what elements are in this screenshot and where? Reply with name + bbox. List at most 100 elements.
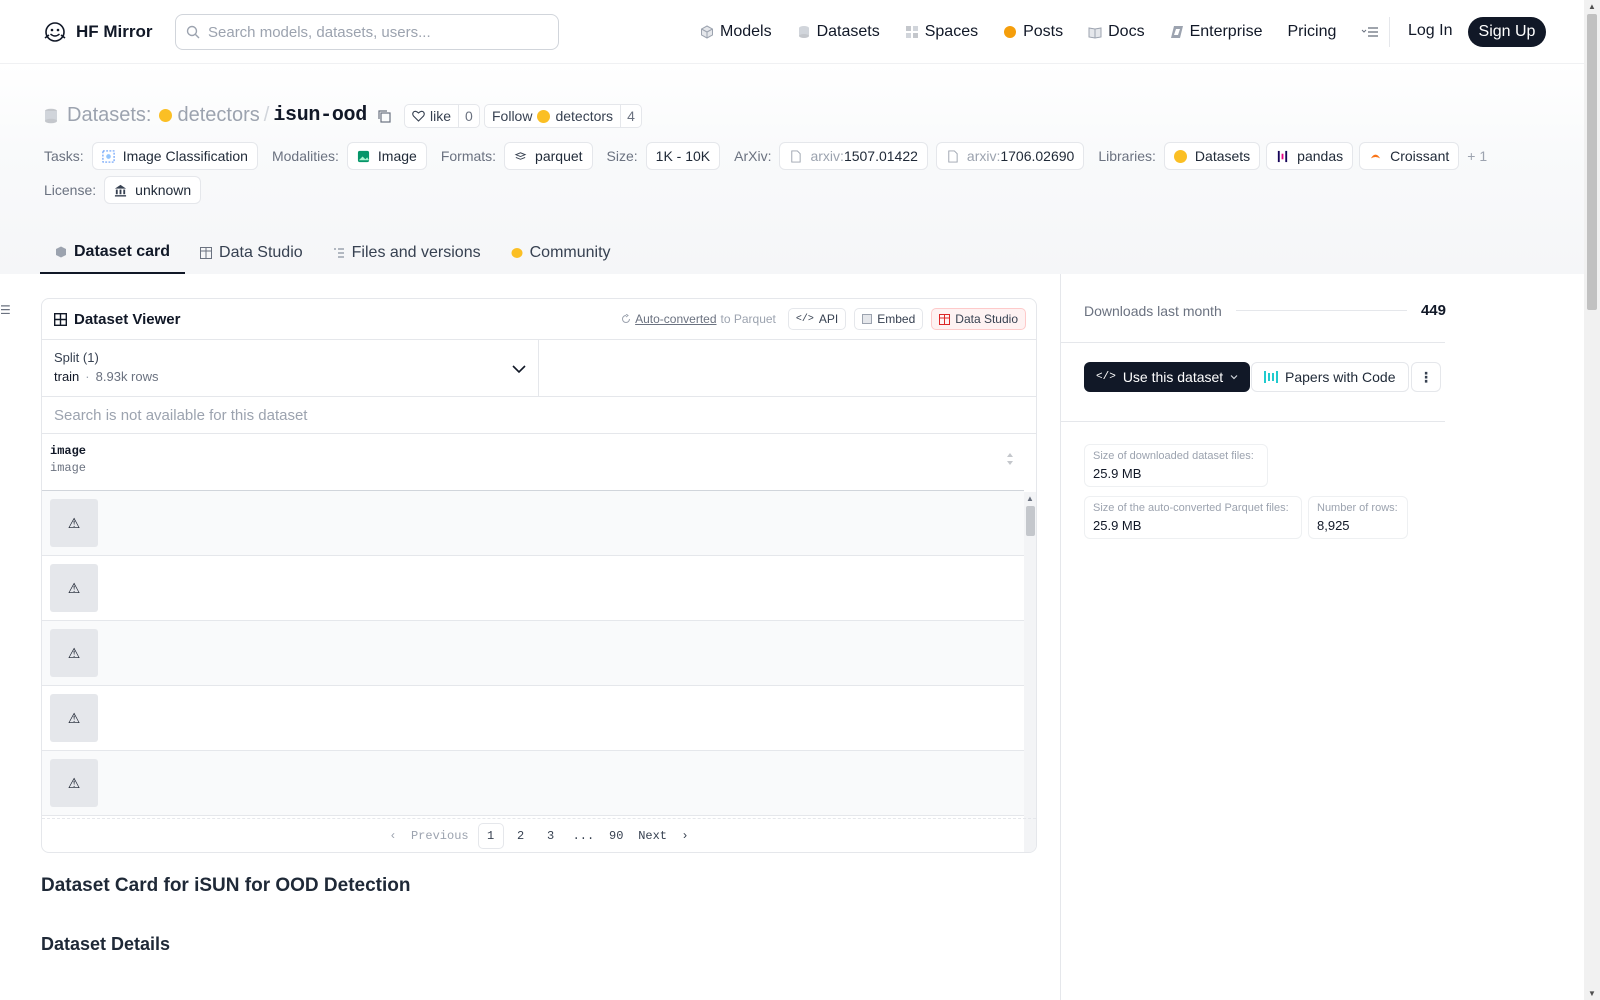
brand-link[interactable]: HF Mirror xyxy=(42,20,153,44)
database-icon xyxy=(45,108,57,123)
page-2-button[interactable]: 2 xyxy=(508,823,534,849)
tab-files-and-versions[interactable]: Files and versions xyxy=(318,232,496,274)
tag-arxiv-2[interactable]: arxiv:1706.02690 xyxy=(935,142,1085,170)
previous-label: Previous xyxy=(410,828,469,843)
follow-button[interactable]: Follow detectors 4 xyxy=(484,104,642,128)
tab-data-studio[interactable]: Data Studio xyxy=(185,232,318,274)
scroll-up-icon[interactable]: ▲ xyxy=(1588,2,1596,11)
scrollbar-thumb[interactable] xyxy=(1587,14,1597,310)
tab-community[interactable]: Community xyxy=(496,232,626,274)
menu-icon xyxy=(1362,27,1379,37)
parquet-size-stat: Size of the auto-converted Parquet files… xyxy=(1084,496,1302,539)
license-row: License: unknown xyxy=(44,176,215,204)
chevron-down-icon xyxy=(1230,375,1238,380)
arxiv-label: ArXiv: xyxy=(734,148,772,164)
like-button[interactable]: like 0 xyxy=(404,104,480,128)
use-this-dataset-button[interactable]: </> Use this dataset xyxy=(1084,362,1251,392)
nav-datasets[interactable]: Datasets xyxy=(797,23,880,41)
tab-label: Dataset card xyxy=(74,243,171,260)
scrollbar-thumb[interactable] xyxy=(1026,506,1035,536)
nav-spaces[interactable]: Spaces xyxy=(905,23,978,41)
tag-image-classification[interactable]: Image Classification xyxy=(91,142,258,170)
nav-enterprise[interactable]: Enterprise xyxy=(1170,23,1262,41)
table-row[interactable]: ⚠ xyxy=(42,751,1024,816)
downloads-stat: Downloads last month 449 xyxy=(1084,302,1446,319)
nav-docs[interactable]: Docs xyxy=(1088,23,1145,41)
login-link[interactable]: Log In xyxy=(1408,22,1452,40)
broken-image-icon[interactable]: ⚠ xyxy=(50,564,98,612)
hf-logo-icon xyxy=(44,22,66,42)
search-icon xyxy=(186,25,200,39)
download-size-stat: Size of downloaded dataset files: 25.9 M… xyxy=(1084,444,1268,487)
tag-lib-datasets[interactable]: Datasets xyxy=(1163,142,1261,170)
broken-image-icon[interactable]: ⚠ xyxy=(50,499,98,547)
table-row[interactable]: ⚠ xyxy=(42,556,1024,621)
libraries-label: Libraries: xyxy=(1098,148,1156,164)
image-icon xyxy=(357,150,369,162)
search-input[interactable] xyxy=(208,23,538,41)
nav-datasets-label: Datasets xyxy=(816,23,880,40)
scroll-up-icon[interactable]: ▲ xyxy=(1026,494,1034,503)
repo-name[interactable]: isun-ood xyxy=(273,104,367,127)
next-page-button[interactable]: Next › xyxy=(633,823,693,849)
nav-more-menu[interactable] xyxy=(1361,25,1379,39)
split-selector[interactable]: Split (1) train · 8.93k rows xyxy=(42,340,539,396)
code-icon: </> xyxy=(795,313,814,325)
search-box[interactable] xyxy=(175,14,559,50)
api-button[interactable]: </> API xyxy=(787,308,847,330)
tag-image[interactable]: Image xyxy=(346,142,427,170)
auto-converted-link[interactable]: Auto-converted xyxy=(635,312,716,326)
sort-icon[interactable] xyxy=(1006,452,1014,466)
dataset-details-heading: Dataset Details xyxy=(41,934,171,954)
repo-owner-link[interactable]: detectors xyxy=(159,104,260,127)
tag-lib-pandas[interactable]: pandas xyxy=(1266,142,1354,170)
papers-with-code-button[interactable]: Papers with Code xyxy=(1251,362,1409,392)
table-row[interactable]: ⚠ xyxy=(42,491,1024,556)
arxiv-id: 1507.01422 xyxy=(843,148,918,164)
tag-lib-croissant[interactable]: Croissant xyxy=(1359,142,1460,170)
viewer-scrollbar[interactable]: ▲ ▼ xyxy=(1024,492,1036,852)
previous-page-button[interactable]: ‹ Previous xyxy=(384,823,473,849)
row-count-stat: Number of rows: 8,925 xyxy=(1308,496,1408,539)
nav-models[interactable]: Models xyxy=(700,23,772,41)
auto-converted-note[interactable]: Auto-converted to Parquet xyxy=(621,312,776,326)
tab-dataset-card[interactable]: Dataset card xyxy=(40,232,186,274)
table-row[interactable]: ⚠ xyxy=(42,686,1024,751)
formats-label: Formats: xyxy=(440,148,497,164)
more-options-button[interactable]: ⋮ xyxy=(1411,362,1441,392)
sidebar-toggle-icon[interactable]: ☰ xyxy=(0,303,11,317)
broken-image-icon[interactable]: ⚠ xyxy=(50,759,98,807)
data-studio-button[interactable]: Data Studio xyxy=(931,308,1026,330)
embed-button[interactable]: Embed xyxy=(854,308,924,330)
table-row[interactable]: ⚠ xyxy=(42,621,1024,686)
copy-icon[interactable] xyxy=(377,109,391,123)
broken-image-icon[interactable]: ⚠ xyxy=(50,629,98,677)
tag-parquet[interactable]: parquet xyxy=(504,142,593,170)
pandas-icon xyxy=(1278,150,1288,162)
scroll-down-icon[interactable]: ▼ xyxy=(1588,989,1596,998)
chevron-down-icon xyxy=(512,365,526,374)
nav-posts[interactable]: Posts xyxy=(1003,23,1063,41)
files-icon xyxy=(333,248,344,258)
column-header[interactable]: image image xyxy=(42,434,1024,491)
repo-type-label[interactable]: Datasets: xyxy=(67,104,151,127)
signup-button[interactable]: Sign Up xyxy=(1468,17,1546,47)
tag-label: pandas xyxy=(1297,148,1344,164)
repo-owner: detectors xyxy=(177,104,260,126)
tag-arxiv-1[interactable]: arxiv:1507.01422 xyxy=(779,142,928,170)
tag-size[interactable]: 1K - 10K xyxy=(645,142,721,170)
page-1-button[interactable]: 1 xyxy=(477,822,504,849)
page-scrollbar[interactable]: ▲ ▼ xyxy=(1584,0,1600,1000)
libraries-more[interactable]: + 1 xyxy=(1467,148,1487,164)
nav-pricing[interactable]: Pricing xyxy=(1287,23,1336,41)
sidebar-separator xyxy=(1061,421,1445,422)
page-3-button[interactable]: 3 xyxy=(538,823,564,849)
tag-license[interactable]: unknown xyxy=(104,176,202,204)
nav-docs-label: Docs xyxy=(1108,23,1145,40)
broken-image-icon[interactable]: ⚠ xyxy=(50,694,98,742)
kebab-icon: ⋮ xyxy=(1419,368,1433,385)
next-label: Next xyxy=(638,828,668,843)
page-90-button[interactable]: 90 xyxy=(603,823,629,849)
nav-models-label: Models xyxy=(720,23,772,40)
like-count: 0 xyxy=(458,105,479,127)
